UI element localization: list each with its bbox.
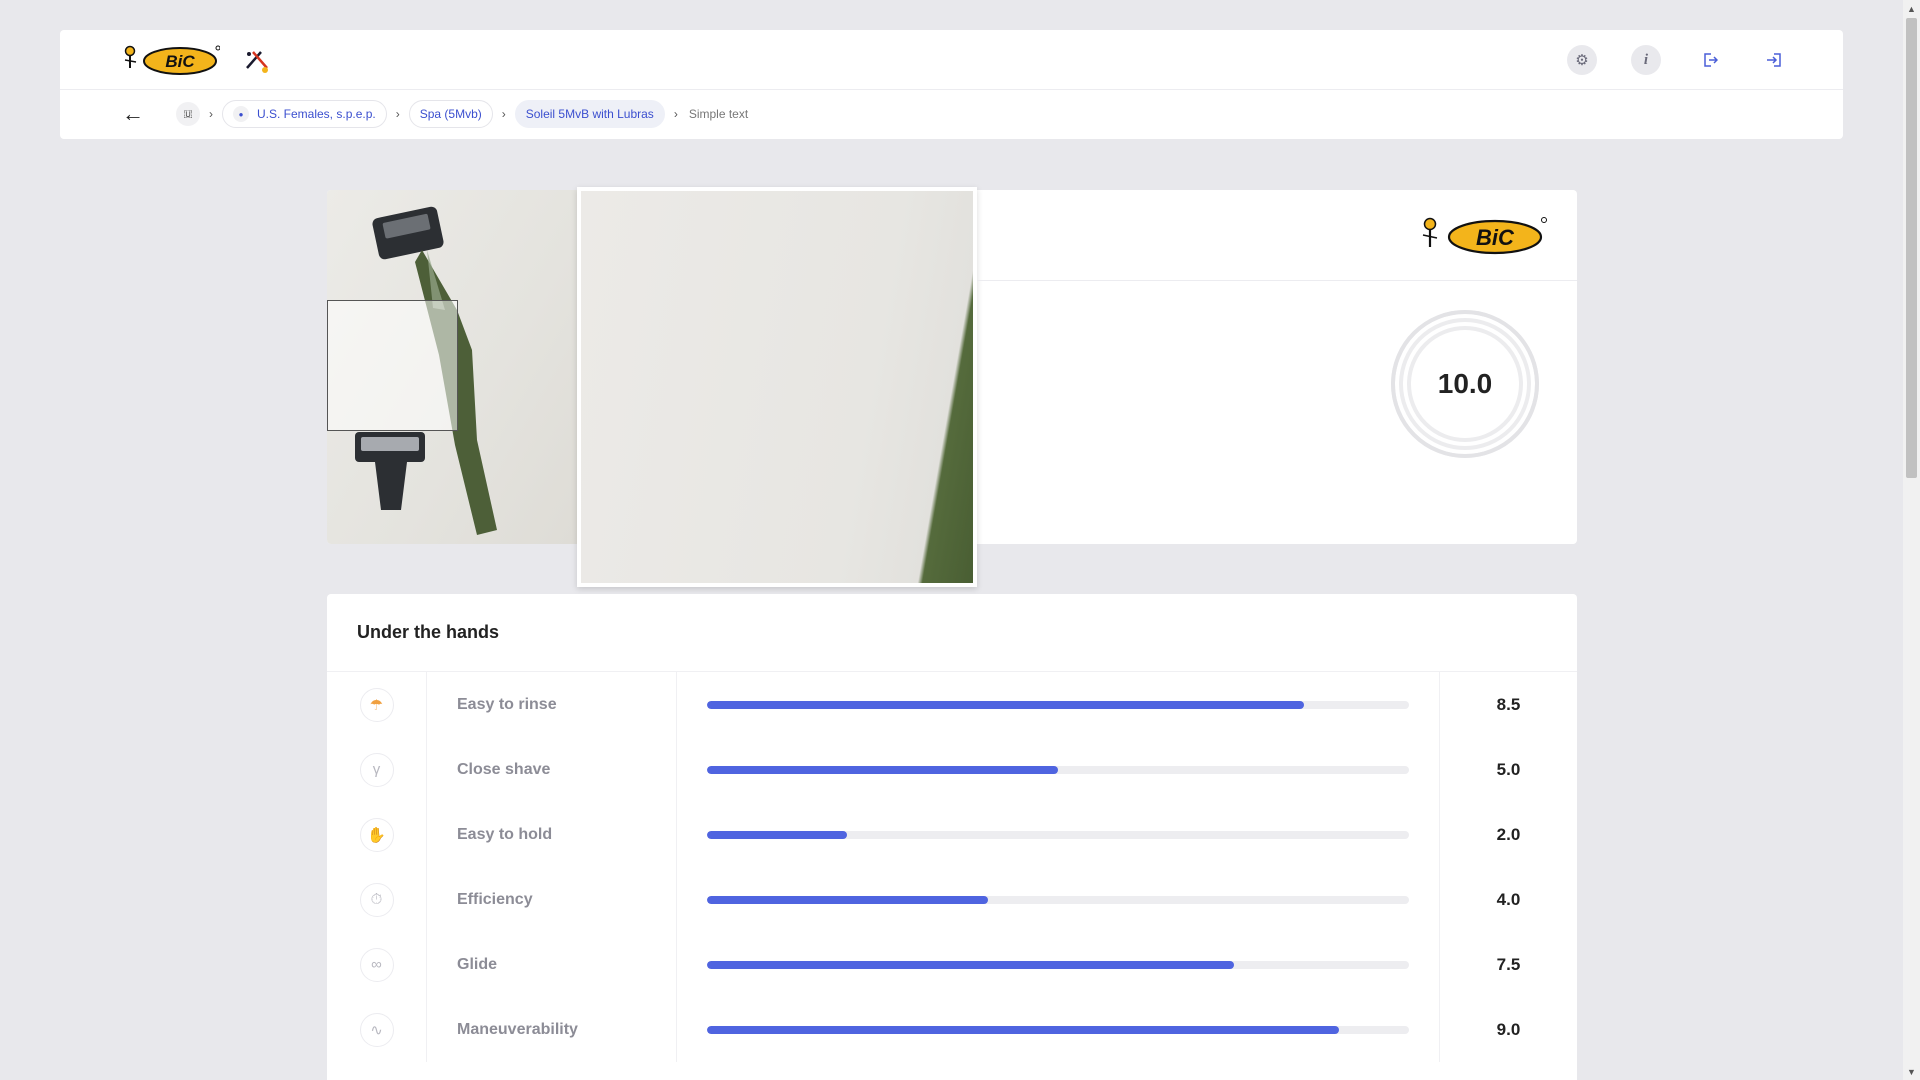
logout-icon[interactable] [1695,45,1725,75]
breadcrumb-label: Soleil 5MvB with Lubras [525,107,654,121]
attribute-value: 4.0 [1496,889,1521,909]
attributes-table: ☂ Easy to rinse 8.5 γ Close shave 5.0 ✋ … [327,672,1577,1062]
table-row: ☂ Easy to rinse 8.5 [327,672,1577,737]
zoom-lens[interactable] [327,300,458,431]
scroll-up-icon[interactable]: ▲ [1903,0,1920,17]
attribute-value: 5.0 [1496,759,1521,779]
breadcrumb-chip-product[interactable]: Soleil 5MvB with Lubras [514,100,665,128]
bic-logo-text: BiC [165,52,195,71]
chevron-right-icon: › [209,107,213,121]
attributes-title: Under the hands [327,594,1577,672]
breadcrumb: ← 🇺 › ● U.S. Females, s.p.e.p. › Spa (5M… [60,90,1843,138]
breadcrumb-label: U.S. Females, s.p.e.p. [257,107,376,121]
table-row: ∞ Glide 7.5 [327,932,1577,997]
attribute-label: Efficiency [427,867,677,932]
top-header: BiC ⚙ i ← 🇺 › ● U.S. Females, s.p.e.p. ›… [60,30,1843,139]
breadcrumb-chip-market[interactable]: ● U.S. Females, s.p.e.p. [222,100,387,128]
progress-track [707,960,1409,969]
login-icon[interactable] [1759,45,1789,75]
product-logo-text: BiC [1476,225,1515,250]
attribute-value: 7.5 [1496,954,1521,974]
attribute-value: 2.0 [1496,824,1521,844]
page-scrollbar[interactable]: ▲ ▼ [1903,0,1920,1080]
shower-icon: ☂ [359,687,394,722]
us-flag-icon: ● [233,106,249,122]
settings-icon[interactable]: ⚙ [1567,45,1597,75]
table-row: ⏱ Efficiency 4.0 [327,867,1577,932]
breadcrumb-label: Spa (5Mvb) [419,107,482,121]
product-header: BiC [977,190,1577,281]
bic-logo[interactable]: BiC [120,44,220,76]
table-row: ∿ Maneuverability 9.0 [327,997,1577,1062]
progress-track [707,700,1409,709]
progress-fill [707,1025,1339,1034]
glide-icon: ∞ [359,947,394,982]
sport-badge-icon[interactable] [243,48,273,74]
scrollbar-thumb[interactable] [1906,18,1917,478]
us-flag-icon[interactable]: 🇺 [176,102,200,126]
hand-icon: ✋ [359,817,394,852]
progress-track [707,830,1409,839]
breadcrumb-chip-category[interactable]: Spa (5Mvb) [408,100,493,128]
attribute-label: Easy to hold [427,802,677,867]
progress-fill [707,895,988,904]
attribute-label: Easy to rinse [427,672,677,737]
table-row: γ Close shave 5.0 [327,737,1577,802]
progress-fill [707,700,1304,709]
progress-track [707,895,1409,904]
razor-blade-icon: γ [359,752,394,787]
product-brand-logo: BiC [1422,217,1547,255]
score-value: 10.0 [1437,368,1493,399]
table-row: ✋ Easy to hold 2.0 [327,802,1577,867]
attribute-label: Close shave [427,737,677,802]
progress-fill [707,960,1234,969]
stopwatch-icon: ⏱ [359,882,394,917]
chevron-right-icon: › [501,107,506,121]
scroll-down-icon[interactable]: ▼ [1903,1063,1920,1080]
attribute-value: 9.0 [1496,1019,1521,1039]
progress-fill [707,765,1058,774]
zoom-preview [577,187,977,587]
back-arrow-icon[interactable]: ← [122,101,152,127]
progress-track [707,1025,1409,1034]
attributes-card: Under the hands ☂ Easy to rinse 8.5 γ Cl… [327,594,1577,1080]
breadcrumb-current: Simple text [688,107,749,121]
info-icon[interactable]: i [1631,45,1661,75]
chevron-right-icon: › [395,107,400,121]
attribute-value: 8.5 [1496,694,1521,714]
header-actions: ⚙ i [1567,45,1789,75]
progress-fill [707,830,848,839]
product-card: BiC 10.0 [327,187,1577,587]
progress-track [707,765,1409,774]
header-row: BiC ⚙ i [60,30,1843,90]
attribute-label: Glide [427,932,677,997]
product-image[interactable] [327,190,577,544]
maneuver-icon: ∿ [359,1012,394,1047]
chevron-right-icon: › [673,107,678,121]
attribute-label: Maneuverability [427,997,677,1062]
